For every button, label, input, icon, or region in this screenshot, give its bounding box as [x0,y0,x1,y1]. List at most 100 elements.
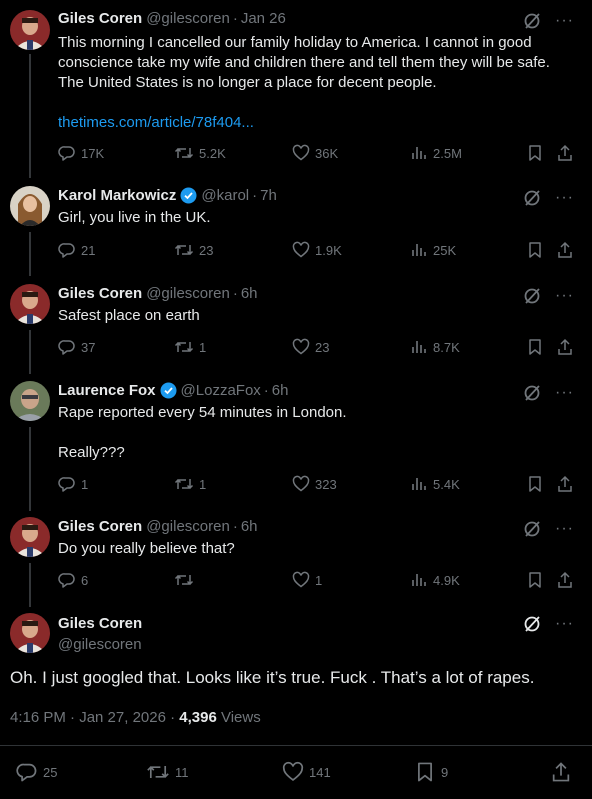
views-button[interactable]: 8.7K [410,338,460,356]
avatar[interactable] [10,517,50,557]
repost-icon [147,766,169,778]
reply-button[interactable]: 21 [58,241,95,259]
share-button[interactable] [556,338,579,356]
like-button[interactable]: 1 [292,571,322,589]
grok-icon[interactable] [523,615,541,633]
author-name[interactable]: Karol Markowicz [58,187,176,204]
bookmark-button[interactable] [526,571,549,589]
bookmark-icon [529,145,541,161]
share-button[interactable] [556,241,579,259]
grok-icon[interactable] [523,287,541,305]
tweet[interactable]: Giles Coren @gilescoren · Jan 26 ··· Thi… [0,0,592,178]
tweet-timestamp[interactable]: 4:16 PM · Jan 27, 2026 · [10,709,179,726]
views-count: 8.7K [433,339,460,355]
tweet-text: This morning I cancelled our family holi… [58,33,578,133]
author-handle[interactable]: @gilescoren [146,518,230,535]
text-line: Safest place on earth [58,307,200,324]
repost-button[interactable]: 1 [174,475,206,493]
more-icon[interactable]: ··· [555,190,574,206]
verified-badge-icon [160,382,177,399]
share-button[interactable] [550,761,577,783]
views-button[interactable]: 2.5M [410,144,462,162]
bookmark-button[interactable] [526,144,549,162]
tweet-time[interactable]: 6h [241,285,258,302]
avatar[interactable] [10,186,50,226]
more-icon[interactable]: ··· [555,616,574,632]
text-line: Rape reported every 54 minutes in London… [58,404,347,421]
author-name[interactable]: Laurence Fox [58,382,156,399]
more-icon[interactable]: ··· [555,13,574,29]
author-handle[interactable]: @gilescoren [58,636,142,653]
tweet[interactable]: Giles Coren @gilescoren · 6h ··· Safest … [0,276,592,374]
grok-icon[interactable] [523,384,541,402]
author-handle[interactable]: @LozzaFox [181,382,261,399]
reply-button[interactable]: 1 [58,475,88,493]
author-name[interactable]: Giles Coren [58,518,142,535]
repost-button[interactable]: 1 [174,338,206,356]
bookmark-button[interactable] [526,475,549,493]
bookmark-icon [529,339,541,355]
like-button[interactable]: 323 [292,475,337,493]
reply-icon [58,340,75,355]
repost-icon [174,148,194,158]
bookmark-button[interactable] [526,338,549,356]
tweet-time[interactable]: 7h [260,187,277,204]
share-button[interactable] [556,571,579,589]
views-button[interactable]: 4.9K [410,571,460,589]
author-name[interactable]: Giles Coren [58,285,142,302]
reply-icon [58,146,75,161]
grok-icon[interactable] [523,189,541,207]
views-button[interactable]: 25K [410,241,456,259]
bookmark-button[interactable]: 9 [414,761,448,783]
like-button[interactable]: 23 [292,338,329,356]
author-name[interactable]: Giles Coren [58,615,142,632]
separator-dot: · [232,285,238,302]
tweet[interactable]: Karol Markowicz @karol · 7h ··· Girl, yo… [0,178,592,276]
like-button[interactable]: 141 [282,761,331,783]
reply-button[interactable]: 37 [58,338,95,356]
reply-button[interactable]: 25 [16,761,57,783]
tweet-text: Oh. I just googled that. Looks like it’s… [10,668,535,687]
reply-button[interactable]: 6 [58,571,88,589]
more-icon[interactable]: ··· [555,521,574,537]
reply-button[interactable]: 17K [58,144,104,162]
article-link[interactable]: thetimes.com/article/78f404... [58,113,578,133]
views-button[interactable]: 5.4K [410,475,460,493]
tweet-time[interactable]: 6h [241,518,258,535]
share-button[interactable] [556,144,579,162]
avatar[interactable] [10,381,50,421]
like-count: 141 [309,764,331,780]
more-icon[interactable]: ··· [555,288,574,304]
author-handle[interactable]: @gilescoren [146,10,230,27]
author-name[interactable]: Giles Coren [58,10,142,27]
share-button[interactable] [556,475,579,493]
repost-button[interactable]: 23 [174,241,213,259]
tweet-text: Rape reported every 54 minutes in London… [58,403,578,463]
avatar[interactable] [10,10,50,50]
like-button[interactable]: 1.9K [292,241,342,259]
divider [0,745,592,746]
bookmark-button[interactable] [526,241,549,259]
grok-icon[interactable] [523,520,541,538]
author-handle[interactable]: @gilescoren [146,285,230,302]
like-button[interactable]: 36K [292,144,338,162]
separator-dot: · [232,518,238,535]
avatar[interactable] [10,284,50,324]
repost-button[interactable]: 11 [146,761,189,783]
author-handle[interactable]: @karol [201,187,249,204]
views-count: 2.5M [433,145,462,161]
tweet[interactable]: Giles Coren @gilescoren · 6h ··· Do you … [0,511,592,607]
like-icon [292,144,310,161]
repost-icon [174,342,194,352]
repost-count: 5.2K [199,145,226,161]
like-count: 36K [315,145,339,161]
repost-button[interactable] [174,571,199,589]
text-line: The United States is no longer a place f… [58,74,437,91]
tweet-time[interactable]: Jan 26 [241,10,286,27]
more-icon[interactable]: ··· [555,385,574,401]
tweet[interactable]: Laurence Fox @LozzaFox · 6h ··· Rape rep… [0,374,592,511]
repost-button[interactable]: 5.2K [174,144,226,162]
tweet-time[interactable]: 6h [272,382,289,399]
avatar[interactable] [10,613,50,653]
grok-icon[interactable] [523,12,541,30]
